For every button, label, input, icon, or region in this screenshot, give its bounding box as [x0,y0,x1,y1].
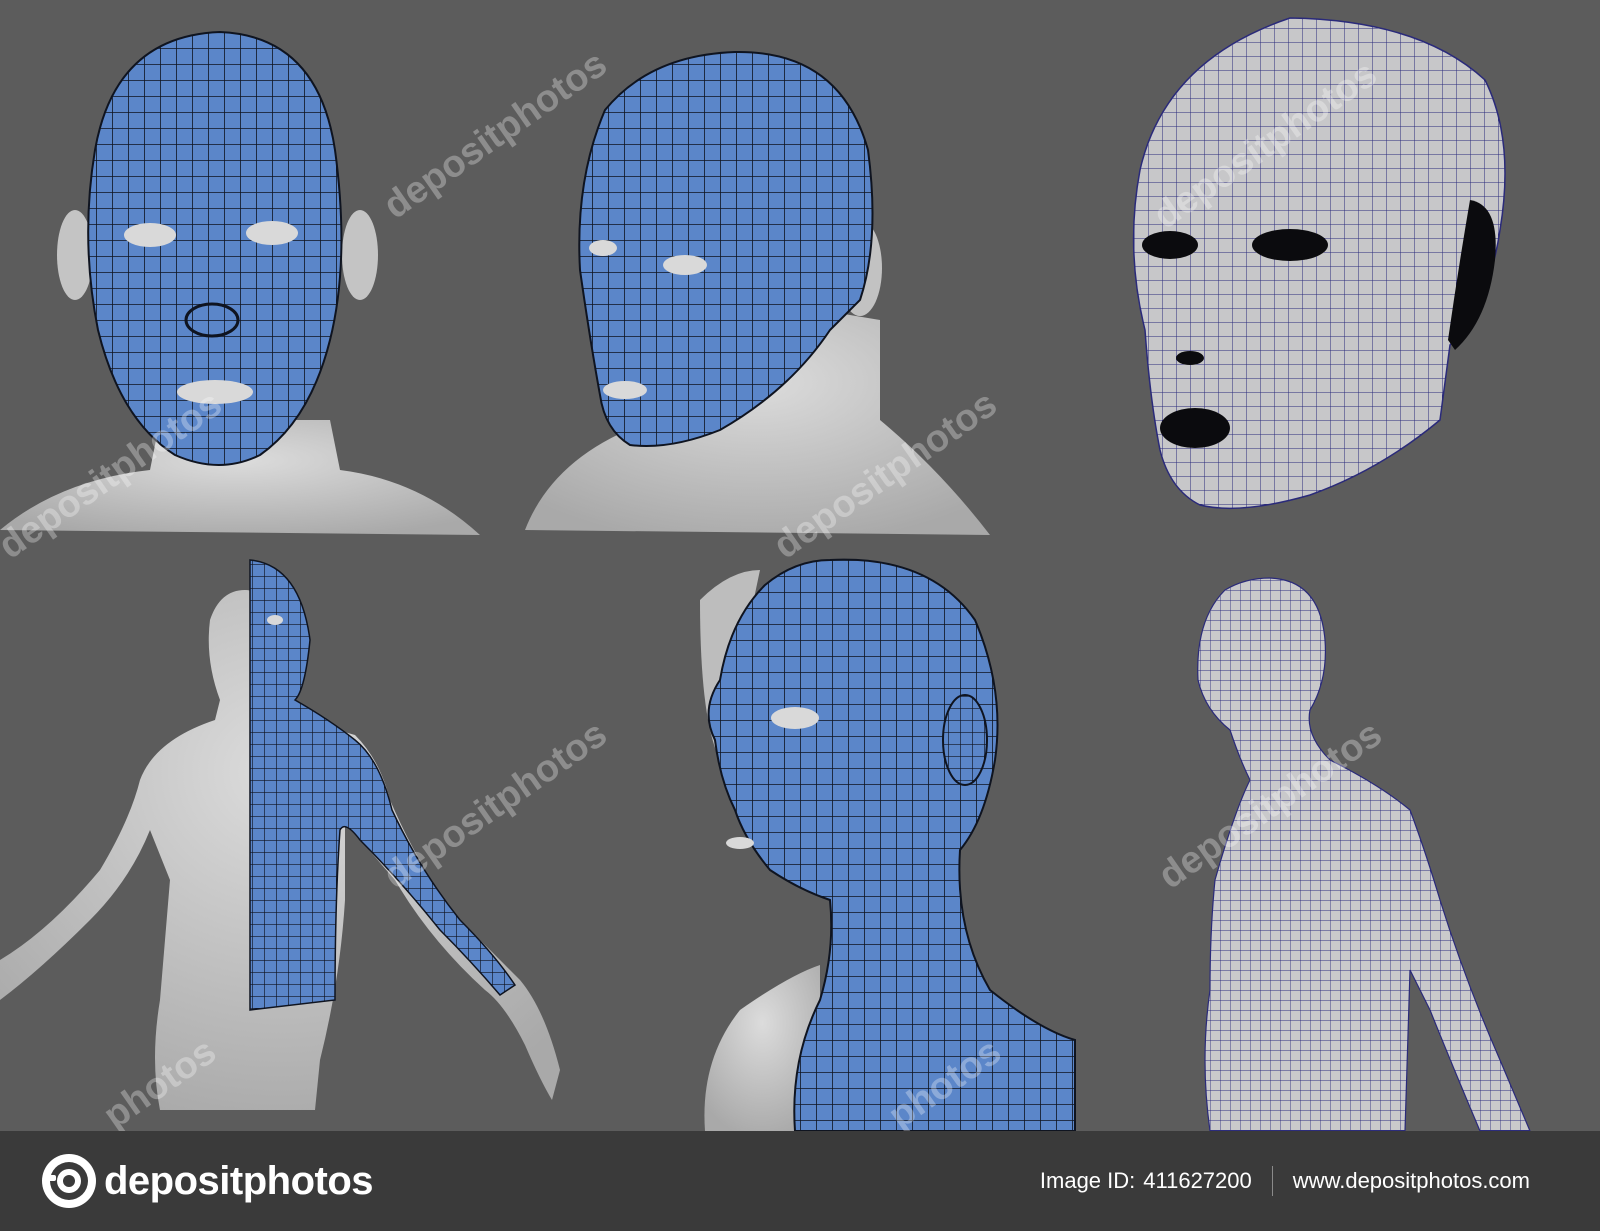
brand[interactable]: depositphotos [40,1152,374,1210]
right-eye-hole [246,221,298,245]
topology-illustration: depositphotos depositphotos depositphoto… [0,17,1531,1131]
footer-divider [1271,1166,1273,1196]
ear-mesh [942,694,988,786]
panel-head-side-mesh [700,558,1076,1131]
image-canvas: depositphotos depositphotos depositphoto… [0,0,1600,1131]
body-mesh-half [249,559,517,1011]
torso-wireframe [1197,577,1531,1131]
image-id-value: 411627200 [1143,1168,1252,1193]
panel-front-face-mesh [0,30,480,535]
mouth-hole [726,837,754,849]
left-eye-hole [124,223,176,247]
panel-torso-wireframe [1197,577,1531,1131]
brand-name: depositphotos [104,1158,374,1203]
half-face-eye [267,615,283,625]
nostril [1176,351,1204,365]
right-eye-hole [663,255,707,275]
footer-meta: Image ID: 411627200 www.depositphotos.co… [1040,1166,1530,1196]
right-ear [342,210,378,300]
mouth-hole [1160,408,1230,448]
watermark-text: depositphotos [376,713,615,898]
right-eye-hole [1252,229,1328,261]
camera-logo-icon [42,1154,96,1208]
eye-hole [771,707,819,729]
footer-bar: depositphotos Image ID: 411627200 www.de… [0,1131,1600,1231]
watermark-text: depositphotos [376,43,615,228]
mouth-hole [603,381,647,399]
left-eye-hole [589,240,617,256]
website-link[interactable]: www.depositphotos.com [1293,1168,1530,1194]
image-id-label: Image ID: [1039,1168,1136,1193]
